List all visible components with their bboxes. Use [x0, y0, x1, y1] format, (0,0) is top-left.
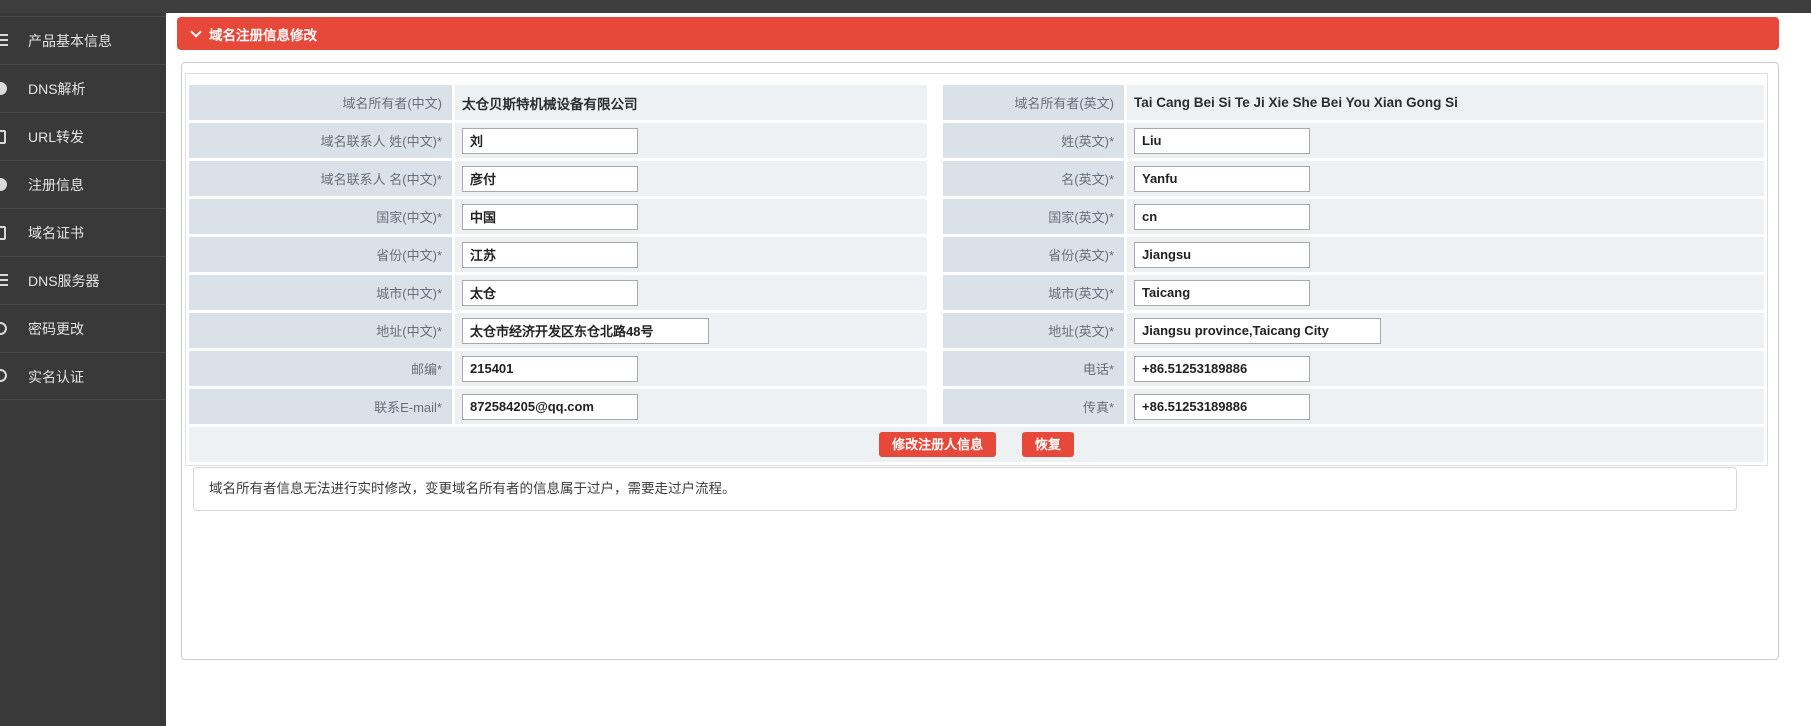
field-label-contact-first-name-cn: 域名联系人 名(中文)* — [189, 161, 452, 196]
form-row-city: 城市(中文)* 城市(英文)* — [189, 275, 1764, 310]
forward-icon — [0, 130, 6, 144]
field-label-contact-last-name-cn: 域名联系人 姓(中文)* — [189, 123, 452, 158]
sidebar-menu: 产品基本信息 DNS解析 URL转发 注册信息 域名证书 DNS服务器 — [0, 16, 166, 400]
registration-icon — [0, 178, 7, 191]
sidebar-item-domain-certificate[interactable]: 域名证书 — [0, 208, 166, 256]
column-spacer — [930, 85, 940, 120]
input-first-name-en[interactable] — [1134, 166, 1310, 192]
input-city-cn[interactable] — [462, 280, 638, 306]
sidebar-item-dns-resolution[interactable]: DNS解析 — [0, 64, 166, 112]
form-row-province: 省份(中文)* 省份(英文)* — [189, 237, 1764, 272]
field-label-country-en: 国家(英文)* — [943, 199, 1124, 234]
field-label-owner-cn: 域名所有者(中文) — [189, 85, 452, 120]
sidebar-item-label: 注册信息 — [28, 177, 84, 193]
input-address-cn[interactable] — [462, 318, 709, 344]
field-label-owner-en: 域名所有者(英文) — [943, 85, 1124, 120]
field-label-last-name-en: 姓(英文)* — [943, 123, 1124, 158]
field-label-zip-code: 邮编* — [189, 351, 452, 386]
column-spacer — [930, 199, 940, 234]
product-list-icon — [0, 34, 8, 46]
column-spacer — [930, 123, 940, 158]
owner-name-en-value: Tai Cang Bei Si Te Ji Xie She Bei You Xi… — [1134, 95, 1458, 110]
input-city-en[interactable] — [1134, 280, 1310, 306]
form-row-email-fax: 联系E-mail* 传真* — [189, 389, 1764, 424]
server-icon — [0, 274, 8, 286]
input-last-name-en[interactable] — [1134, 128, 1310, 154]
form-row-last-name: 域名联系人 姓(中文)* 姓(英文)* — [189, 123, 1764, 158]
restore-button[interactable]: 恢复 — [1022, 432, 1074, 457]
column-spacer — [930, 161, 940, 196]
registration-form-table: 域名所有者(中文) 太仓贝斯特机械设备有限公司 域名所有者(英文) Tai Ca… — [186, 82, 1767, 465]
input-fax[interactable] — [1134, 394, 1310, 420]
sidebar-item-label: URL转发 — [28, 129, 84, 145]
column-spacer — [930, 389, 940, 424]
sidebar-item-url-forwarding[interactable]: URL转发 — [0, 112, 166, 160]
field-label-phone: 电话* — [943, 351, 1124, 386]
form-row-buttons: 修改注册人信息 恢复 — [189, 427, 1764, 462]
section-header-domain-registration-edit[interactable]: 域名注册信息修改 — [177, 17, 1779, 50]
field-label-email: 联系E-mail* — [189, 389, 452, 424]
sidebar-item-product-info[interactable]: 产品基本信息 — [0, 16, 166, 64]
input-country-cn[interactable] — [462, 204, 638, 230]
input-contact-first-name-cn[interactable] — [462, 166, 638, 192]
column-spacer — [930, 237, 940, 272]
sidebar-item-label: DNS解析 — [28, 81, 86, 97]
field-label-country-cn: 国家(中文)* — [189, 199, 452, 234]
top-navigation-strip — [0, 0, 1811, 13]
field-label-address-cn: 地址(中文)* — [189, 313, 452, 348]
section-title: 域名注册信息修改 — [209, 24, 317, 44]
input-province-en[interactable] — [1134, 242, 1310, 268]
field-label-first-name-en: 名(英文)* — [943, 161, 1124, 196]
chevron-down-icon — [190, 26, 201, 37]
field-label-city-cn: 城市(中文)* — [189, 275, 452, 310]
lock-icon — [0, 322, 7, 335]
input-phone[interactable] — [1134, 356, 1310, 382]
form-row-zip-phone: 邮编* 电话* — [189, 351, 1764, 386]
form-row-address: 地址(中文)* 地址(英文)* — [189, 313, 1764, 348]
input-email[interactable] — [462, 394, 638, 420]
form-row-owner: 域名所有者(中文) 太仓贝斯特机械设备有限公司 域名所有者(英文) Tai Ca… — [189, 85, 1764, 120]
field-label-province-en: 省份(英文)* — [943, 237, 1124, 272]
sidebar-item-password-change[interactable]: 密码更改 — [0, 304, 166, 352]
sidebar-item-label: 产品基本信息 — [28, 33, 112, 49]
sidebar-item-registration-info[interactable]: 注册信息 — [0, 160, 166, 208]
certificate-icon — [0, 226, 6, 240]
sidebar-item-label: 实名认证 — [28, 369, 84, 385]
field-label-city-en: 城市(英文)* — [943, 275, 1124, 310]
field-label-province-cn: 省份(中文)* — [189, 237, 452, 272]
form-row-country: 国家(中文)* 国家(英文)* — [189, 199, 1764, 234]
modify-registrant-button[interactable]: 修改注册人信息 — [879, 432, 996, 457]
column-spacer — [930, 351, 940, 386]
sidebar-item-dns-server[interactable]: DNS服务器 — [0, 256, 166, 304]
sidebar-item-label: 密码更改 — [28, 321, 84, 337]
input-contact-last-name-cn[interactable] — [462, 128, 638, 154]
sidebar-item-real-name-auth[interactable]: 实名认证 — [0, 352, 166, 400]
field-label-address-en: 地址(英文)* — [943, 313, 1124, 348]
field-label-fax: 传真* — [943, 389, 1124, 424]
id-badge-icon — [0, 369, 7, 382]
column-spacer — [930, 313, 940, 348]
sidebar-item-label: DNS服务器 — [28, 273, 100, 289]
domain-management-page: 产品基本信息 DNS解析 URL转发 注册信息 域名证书 DNS服务器 — [0, 0, 1811, 726]
input-zip-code[interactable] — [462, 356, 638, 382]
column-spacer — [930, 275, 940, 310]
owner-change-note: 域名所有者信息无法进行实时修改，变更域名所有者的信息属于过户，需要走过户流程。 — [193, 467, 1737, 511]
owner-name-cn-value: 太仓贝斯特机械设备有限公司 — [462, 97, 638, 112]
sidebar: 产品基本信息 DNS解析 URL转发 注册信息 域名证书 DNS服务器 — [0, 0, 166, 726]
registration-form: 域名所有者(中文) 太仓贝斯特机械设备有限公司 域名所有者(英文) Tai Ca… — [185, 73, 1768, 466]
sidebar-item-label: 域名证书 — [28, 225, 84, 241]
note-text: 域名所有者信息无法进行实时修改，变更域名所有者的信息属于过户，需要走过户流程。 — [209, 481, 736, 496]
globe-icon — [0, 82, 7, 95]
input-province-cn[interactable] — [462, 242, 638, 268]
input-address-en[interactable] — [1134, 318, 1381, 344]
input-country-en[interactable] — [1134, 204, 1310, 230]
form-row-first-name: 域名联系人 名(中文)* 名(英文)* — [189, 161, 1764, 196]
